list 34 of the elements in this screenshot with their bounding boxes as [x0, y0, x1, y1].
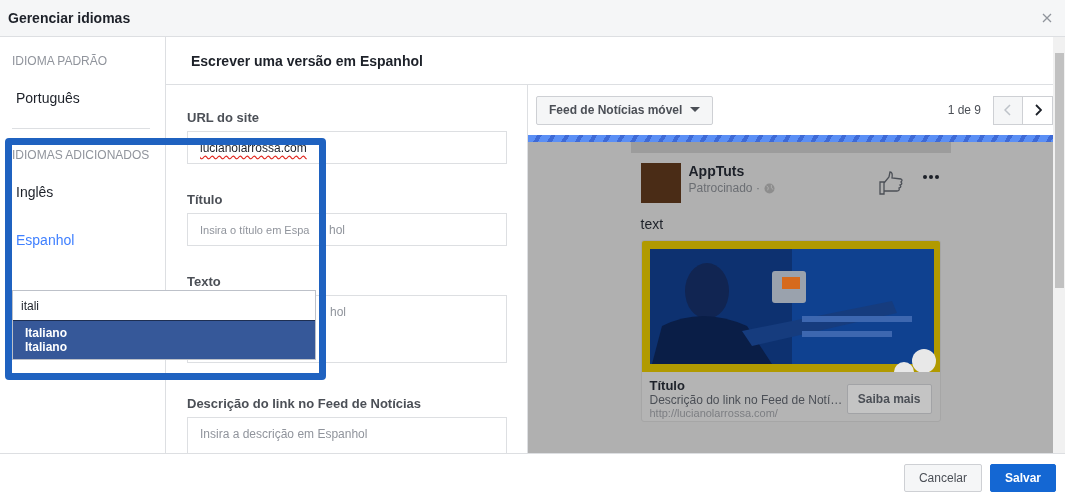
scrollbar[interactable] [1053, 37, 1065, 453]
chevron-left-icon [1004, 104, 1012, 116]
placement-dropdown[interactable]: Feed de Notícias móvel [536, 95, 714, 125]
chevron-right-icon [1033, 104, 1042, 116]
language-item[interactable]: Inglês [12, 184, 165, 200]
link-title: Título [649, 378, 686, 393]
page-logo [640, 163, 681, 203]
page-counter: 1 de 9 [947, 103, 981, 117]
more-icon[interactable] [922, 175, 939, 179]
language-item[interactable]: Espanhol [12, 232, 165, 248]
editor-heading: Escrever uma versão em Espanhol [191, 52, 423, 69]
cancel-button[interactable]: Cancelar [903, 464, 982, 492]
save-button[interactable]: Salvar [989, 464, 1056, 492]
input-field[interactable]: lucianolarrossa.com [187, 131, 507, 164]
post-text: text [640, 216, 665, 232]
field-label: Título [187, 192, 224, 207]
section-heading: IDIOMA PADRÃO [12, 54, 109, 68]
page-name: AppTuts [688, 163, 746, 179]
section-heading: IDIOMAS ADICIONADOS [12, 148, 151, 162]
suggestion-item[interactable]: Italiano Italiano [13, 320, 315, 359]
field-label: Descrição do link no Feed de Notícias [187, 396, 423, 411]
default-language: Português [15, 90, 81, 106]
like-icon[interactable] [878, 171, 903, 195]
next-button[interactable] [1023, 95, 1053, 125]
close-icon[interactable] [1042, 13, 1052, 23]
field-label: Texto [187, 274, 222, 289]
link-url: http://lucianolarrossa.com/ [649, 407, 779, 419]
globe-icon [763, 182, 775, 194]
dialog-title: Gerenciar idiomas [8, 10, 132, 26]
sponsored-label: Patrocinado · [688, 181, 760, 195]
link-description: Descrição do link no Feed de Notí… [649, 393, 841, 407]
caret-icon [690, 107, 701, 113]
call-to-action-button[interactable]: Saiba mais [846, 383, 932, 414]
field-label: URL do site [187, 110, 260, 125]
